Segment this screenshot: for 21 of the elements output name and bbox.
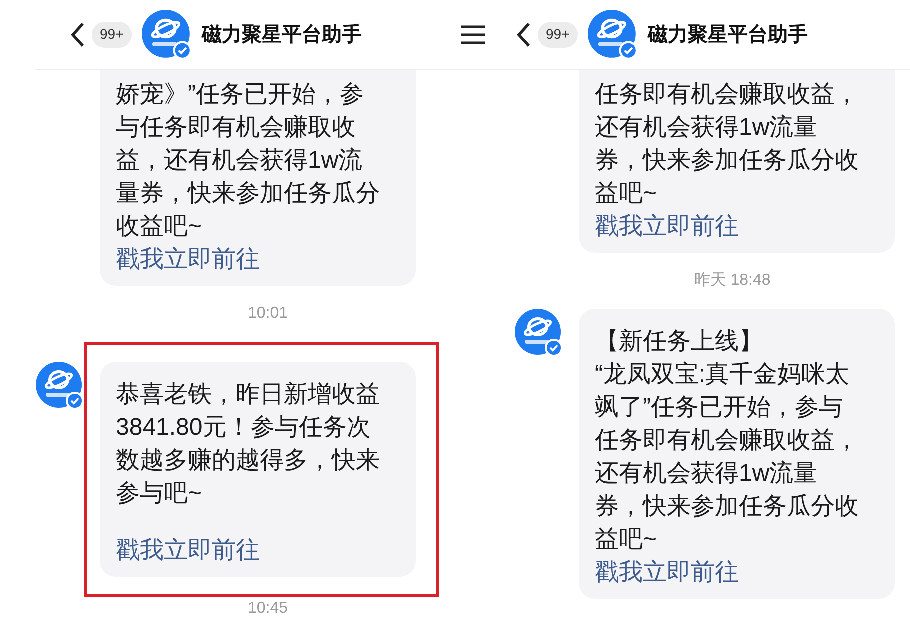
go-now-link[interactable]: 戳我立即前往 xyxy=(595,556,739,589)
go-now-link[interactable]: 戳我立即前往 xyxy=(116,534,260,567)
menu-icon[interactable] xyxy=(460,24,486,46)
go-now-link[interactable]: 戳我立即前往 xyxy=(595,210,739,243)
message-text: “龙凤双宝:真千金妈咪太飒了”任务已开始，参与任务即有机会赚取收益，还有机会获得1w流量券，快来参加任务瓜分收益吧~ xyxy=(595,360,860,555)
go-now-link[interactable]: 戳我立即前往 xyxy=(116,243,260,276)
chat-title: 磁力聚星平台助手 xyxy=(202,22,362,48)
message-heading: 【新任务上线】 xyxy=(595,327,763,357)
message-text: 娇宠》”任务已开始，参与任务即有机会赚取收益，还有机会获得1w流量券，快来参加任务瓜分收益吧~ xyxy=(116,80,381,242)
timestamp: 昨天 18:48 xyxy=(694,271,771,291)
chat-title: 磁力聚星平台助手 xyxy=(648,22,808,48)
message-text: 任务即有机会赚取收益，还有机会获得1w流量券，快来参加任务瓜分收益吧~ xyxy=(595,80,860,209)
back-icon[interactable] xyxy=(516,22,532,48)
avatar-icon xyxy=(588,10,638,60)
message-text: 恭喜老铁，昨日新增收益3841.80元！参与任务次数越多赚的越得多，快来参与吧~ xyxy=(116,380,381,509)
avatar-icon xyxy=(142,10,192,60)
unread-badge: 99+ xyxy=(538,22,578,48)
unread-badge: 99+ xyxy=(92,22,132,48)
timestamp: 10:01 xyxy=(248,304,288,324)
timestamp: 10:45 xyxy=(248,599,288,617)
back-icon[interactable] xyxy=(70,22,86,48)
